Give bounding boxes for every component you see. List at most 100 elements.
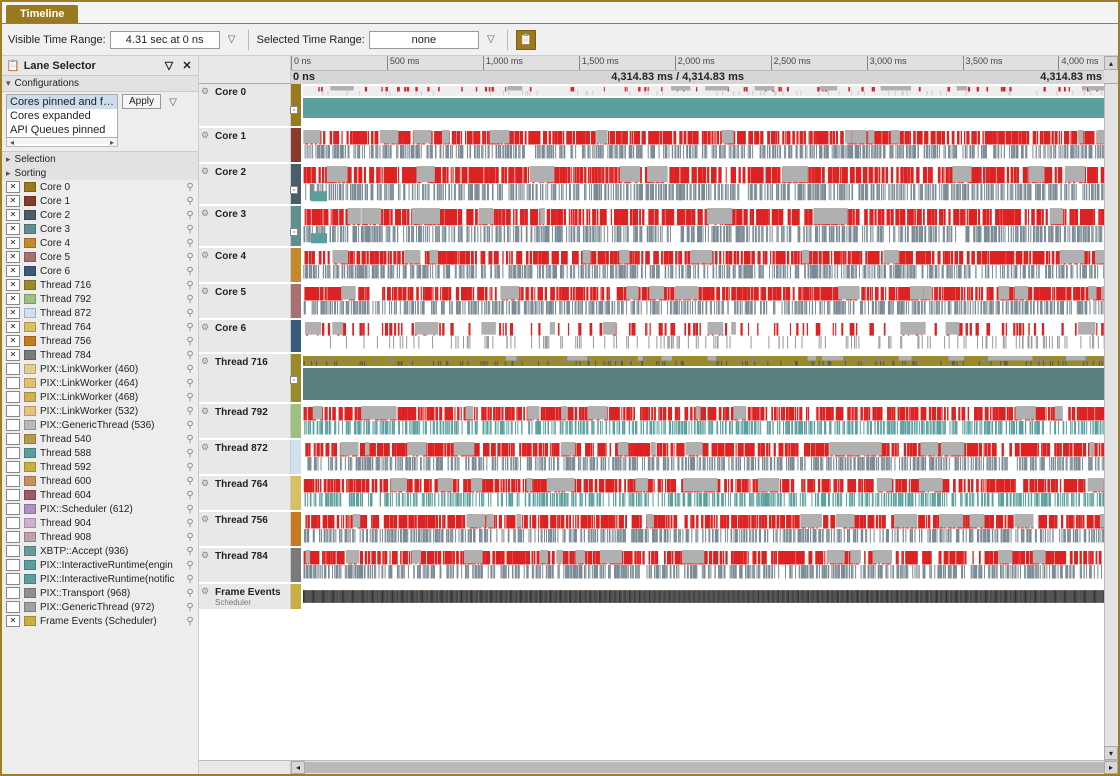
lane-checkbox[interactable] [6, 391, 20, 403]
pin-icon[interactable]: ⚲ [184, 238, 196, 249]
lane-row[interactable]: ✕Core 3⚲ [2, 222, 198, 236]
pin-icon[interactable]: ⚲ [184, 224, 196, 235]
lane-checkbox[interactable] [6, 475, 20, 487]
lane-row[interactable]: XBTP::Accept (936)⚲ [2, 544, 198, 558]
hscroll-thumb[interactable] [305, 762, 1104, 773]
lane-row[interactable]: Thread 540⚲ [2, 432, 198, 446]
lane-checkbox[interactable] [6, 489, 20, 501]
lane-checkbox[interactable]: ✕ [6, 237, 20, 249]
lane-row[interactable]: PIX::InteractiveRuntime(notific⚲ [2, 572, 198, 586]
gear-icon[interactable]: ⚙ [201, 442, 211, 452]
lane-checkbox[interactable] [6, 545, 20, 557]
lane-checkbox[interactable]: ✕ [6, 251, 20, 263]
lane-checkbox[interactable] [6, 503, 20, 515]
lane-checkbox[interactable]: ✕ [6, 307, 20, 319]
lane-row[interactable]: PIX::InteractiveRuntime(engin⚲ [2, 558, 198, 572]
lane-checkbox[interactable] [6, 405, 20, 417]
config-option[interactable]: Cores expanded [7, 109, 117, 123]
pin-icon[interactable]: ⚲ [184, 266, 196, 277]
lane-checkbox[interactable]: ✕ [6, 335, 20, 347]
track-body[interactable] [291, 284, 1118, 318]
lane-row[interactable]: ✕Core 0⚲ [2, 180, 198, 194]
gear-icon[interactable]: ⚙ [201, 208, 211, 218]
lane-checkbox[interactable] [6, 377, 20, 389]
lane-checkbox[interactable] [6, 601, 20, 613]
pin-icon[interactable]: ⚲ [184, 448, 196, 459]
track-row[interactable]: ⚙Core 2▫ [199, 164, 1118, 206]
lane-row[interactable]: PIX::GenericThread (972)⚲ [2, 600, 198, 614]
pin-icon[interactable]: ⚲ [184, 462, 196, 473]
collapse-toggle[interactable]: ▫ [290, 186, 298, 194]
lane-row[interactable]: ✕Core 4⚲ [2, 236, 198, 250]
track-row[interactable]: ⚙Thread 716▫ [199, 354, 1118, 404]
track-body[interactable] [291, 584, 1118, 609]
lane-checkbox[interactable]: ✕ [6, 293, 20, 305]
configurations-dropdown[interactable]: ▽ [165, 94, 181, 110]
lane-checkbox[interactable]: ✕ [6, 349, 20, 361]
pin-icon[interactable]: ⚲ [184, 252, 196, 263]
pin-icon[interactable]: ⚲ [184, 294, 196, 305]
sorting-section-header[interactable]: Sorting [2, 166, 198, 180]
track-row[interactable]: ⚙Thread 792 [199, 404, 1118, 440]
lane-row[interactable]: PIX::Transport (968)⚲ [2, 586, 198, 600]
track-body[interactable] [291, 548, 1118, 582]
lane-row[interactable]: PIX::LinkWorker (532)⚲ [2, 404, 198, 418]
lane-checkbox[interactable] [6, 587, 20, 599]
configurations-listbox[interactable]: Cores pinned and flattCores expandedAPI … [6, 94, 118, 138]
pin-icon[interactable]: ⚲ [184, 504, 196, 515]
gear-icon[interactable]: ⚙ [201, 586, 211, 596]
pin-icon[interactable]: ⚲ [184, 406, 196, 417]
lane-checkbox[interactable] [6, 559, 20, 571]
lane-row[interactable]: PIX::LinkWorker (468)⚲ [2, 390, 198, 404]
visible-range-dropdown[interactable]: ▽ [224, 32, 240, 48]
lane-checkbox[interactable] [6, 419, 20, 431]
visible-range-value[interactable]: 4.31 sec at 0 ns [110, 31, 220, 49]
lane-row[interactable]: ✕Thread 764⚲ [2, 320, 198, 334]
lane-row[interactable]: Thread 604⚲ [2, 488, 198, 502]
apply-button[interactable]: Apply [122, 94, 161, 109]
configurations-header[interactable]: Configurations [2, 76, 198, 92]
lane-checkbox[interactable]: ✕ [6, 321, 20, 333]
scroll-right-icon[interactable]: ▸ [107, 138, 117, 146]
lane-checkbox[interactable]: ✕ [6, 279, 20, 291]
track-body[interactable] [291, 476, 1118, 510]
track-row[interactable]: ⚙Thread 756 [199, 512, 1118, 548]
track-body[interactable] [291, 440, 1118, 474]
track-body[interactable]: ▫ [291, 164, 1118, 204]
track-row[interactable]: ⚙Core 4 [199, 248, 1118, 284]
lane-checkbox[interactable]: ✕ [6, 181, 20, 193]
lane-row[interactable]: Thread 904⚲ [2, 516, 198, 530]
track-row[interactable]: ⚙Core 3▫ [199, 206, 1118, 248]
lane-selector-dropdown[interactable]: ▽ [162, 59, 176, 72]
gear-icon[interactable]: ⚙ [201, 356, 211, 366]
gear-icon[interactable]: ⚙ [201, 286, 211, 296]
track-row[interactable]: ⚙Thread 872 [199, 440, 1118, 476]
track-row[interactable]: ⚙Thread 784 [199, 548, 1118, 584]
lane-checkbox[interactable] [6, 573, 20, 585]
lane-checkbox[interactable]: ✕ [6, 195, 20, 207]
track-body[interactable]: ▫ [291, 354, 1118, 402]
pin-icon[interactable]: ⚲ [184, 434, 196, 445]
selection-section-header[interactable]: Selection [2, 152, 198, 166]
track-body[interactable] [291, 248, 1118, 282]
pin-icon[interactable]: ⚲ [184, 518, 196, 529]
pin-icon[interactable]: ⚲ [184, 336, 196, 347]
lane-row[interactable]: ✕Thread 784⚲ [2, 348, 198, 362]
pin-icon[interactable]: ⚲ [184, 546, 196, 557]
track-row[interactable]: ⚙Thread 764 [199, 476, 1118, 512]
gear-icon[interactable]: ⚙ [201, 478, 211, 488]
gear-icon[interactable]: ⚙ [201, 550, 211, 560]
pin-icon[interactable]: ⚲ [184, 602, 196, 613]
pin-icon[interactable]: ⚲ [184, 322, 196, 333]
lane-row[interactable]: PIX::Scheduler (612)⚲ [2, 502, 198, 516]
selected-range-dropdown[interactable]: ▽ [483, 32, 499, 48]
lane-row[interactable]: ✕Frame Events (Scheduler)⚲ [2, 614, 198, 628]
track-row[interactable]: ⚙Core 6 [199, 320, 1118, 354]
pin-icon[interactable]: ⚲ [184, 182, 196, 193]
lane-row[interactable]: Thread 600⚲ [2, 474, 198, 488]
track-body[interactable] [291, 128, 1118, 162]
track-row[interactable]: ⚙Core 0▫ [199, 84, 1118, 128]
pin-icon[interactable]: ⚲ [184, 350, 196, 361]
lane-row[interactable]: Thread 592⚲ [2, 460, 198, 474]
vscroll-down-button[interactable]: ▾ [1104, 746, 1118, 760]
